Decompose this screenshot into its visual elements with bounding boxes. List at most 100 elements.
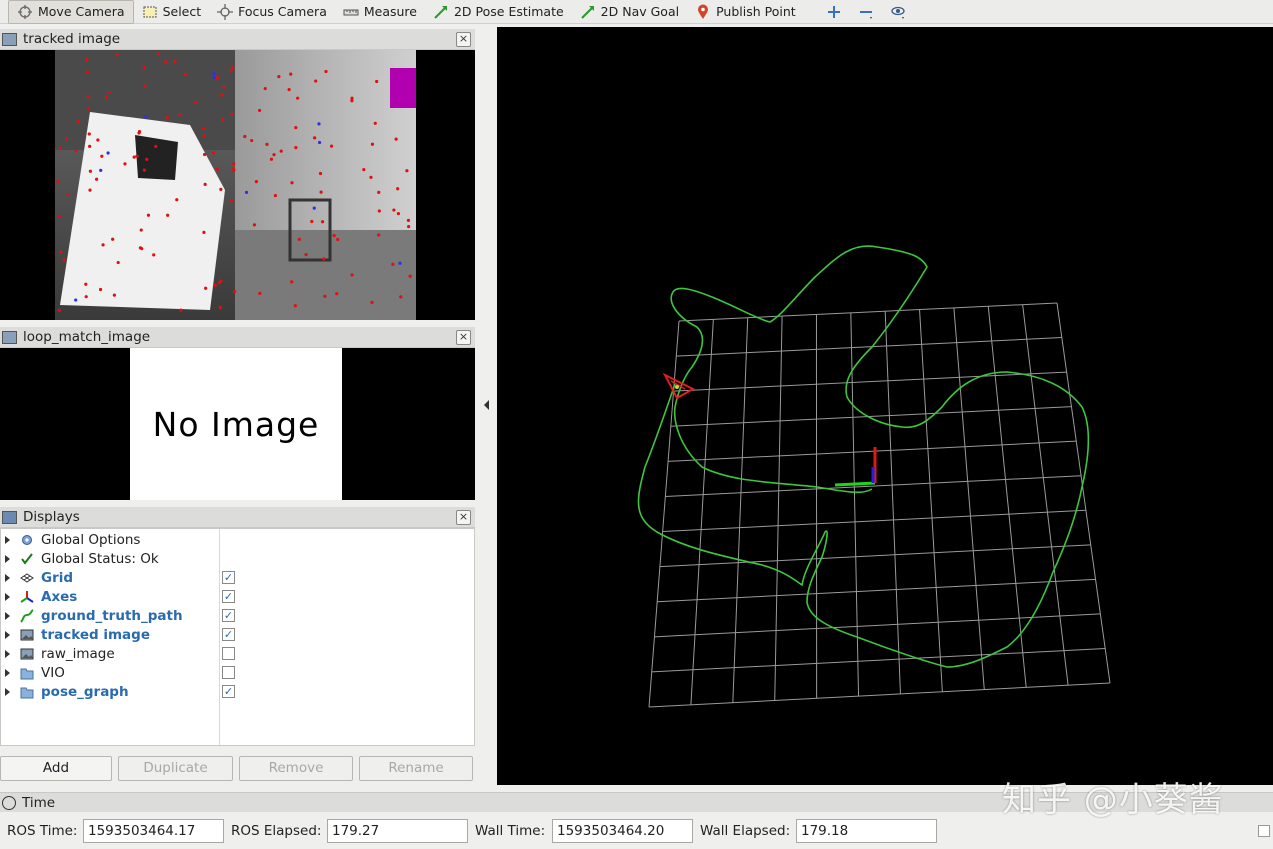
monitor-icon	[2, 510, 17, 524]
ros-elapsed-field[interactable]: 179.27	[327, 819, 468, 843]
tracked-camera-frame	[55, 50, 416, 320]
feature-point	[407, 225, 411, 229]
grid-line	[953, 307, 985, 690]
display-row[interactable]: Global Options	[1, 530, 474, 549]
expand-arrow-icon[interactable]	[5, 611, 10, 620]
feature-point	[323, 294, 327, 298]
publish-point-tool[interactable]: Publish Point	[687, 0, 804, 24]
feature-point	[317, 140, 322, 145]
grid-line	[676, 337, 1062, 357]
expand-arrow-icon[interactable]	[5, 687, 10, 696]
experimental-checkbox[interactable]	[1258, 825, 1270, 837]
feature-point	[145, 157, 149, 161]
display-enabled-checkbox[interactable]	[222, 666, 235, 679]
expand-arrow-icon[interactable]	[5, 668, 10, 677]
pose-estimate-label: 2D Pose Estimate	[453, 4, 564, 19]
rename-button[interactable]: Rename	[359, 756, 473, 781]
feature-point	[64, 137, 69, 141]
feature-point	[370, 300, 374, 304]
display-enabled-checkbox[interactable]: ✓	[222, 628, 235, 641]
expand-arrow-icon[interactable]	[5, 630, 10, 639]
display-row[interactable]: ground_truth_path ✓	[1, 606, 474, 625]
display-label: Global Status: Ok	[41, 550, 159, 567]
3d-render-view[interactable]	[497, 27, 1273, 785]
close-icon[interactable]: ×	[456, 510, 471, 525]
expand-arrow-icon[interactable]	[5, 554, 10, 563]
display-enabled-checkbox[interactable]	[222, 647, 235, 660]
feature-point	[56, 180, 60, 184]
feature-point	[219, 279, 223, 283]
feature-point	[405, 169, 409, 173]
display-row[interactable]: tracked image ✓	[1, 625, 474, 644]
expand-arrow-icon[interactable]	[5, 592, 10, 601]
eye-icon[interactable]	[890, 4, 906, 20]
feature-point	[57, 308, 61, 312]
wall-time-field[interactable]: 1593503464.20	[552, 819, 693, 843]
display-row[interactable]: Axes ✓	[1, 587, 474, 606]
plus-icon[interactable]	[826, 4, 842, 20]
close-icon[interactable]: ×	[456, 32, 471, 47]
display-label: Grid	[41, 569, 74, 586]
expand-arrow-icon[interactable]	[5, 535, 10, 544]
select-label: Select	[162, 4, 202, 19]
feature-point	[231, 66, 235, 70]
display-label: tracked image	[41, 626, 150, 643]
feature-point	[183, 72, 187, 76]
grid-line	[919, 309, 943, 692]
feature-point	[391, 262, 395, 266]
feature-point	[106, 151, 110, 155]
display-row[interactable]: VIO	[1, 663, 474, 682]
grid-line	[662, 509, 1086, 533]
add-button[interactable]: Add	[0, 756, 112, 781]
feature-point	[375, 79, 379, 84]
no-image-placeholder: No Image	[130, 348, 342, 500]
wall-time-label: Wall Time:	[475, 823, 546, 839]
feature-point	[146, 213, 151, 217]
pose-estimate-tool[interactable]: 2D Pose Estimate	[425, 0, 572, 24]
feature-point	[87, 132, 91, 136]
move-camera-tool[interactable]: Move Camera	[8, 0, 134, 24]
close-icon[interactable]: ×	[456, 330, 471, 345]
splitter-collapse-handle[interactable]	[484, 400, 489, 410]
move-camera-label: Move Camera	[38, 4, 125, 19]
grid-line	[678, 302, 1058, 322]
folder-icon	[19, 684, 35, 700]
grid-line	[1022, 304, 1069, 686]
feature-point	[85, 70, 89, 74]
display-row[interactable]: pose_graph ✓	[1, 682, 474, 701]
display-row[interactable]: Grid ✓	[1, 568, 474, 587]
focus-camera-icon	[217, 3, 234, 20]
nav-goal-tool[interactable]: 2D Nav Goal	[572, 0, 687, 24]
gear-icon	[19, 532, 35, 548]
focus-camera-tool[interactable]: Focus Camera	[209, 0, 335, 24]
display-enabled-checkbox[interactable]: ✓	[222, 590, 235, 603]
duplicate-button[interactable]: Duplicate	[118, 756, 233, 781]
feature-point	[164, 60, 168, 64]
folder-icon	[19, 665, 35, 681]
grid-line	[651, 647, 1106, 673]
expand-arrow-icon[interactable]	[5, 649, 10, 658]
remove-button[interactable]: Remove	[239, 756, 353, 781]
minus-icon[interactable]	[858, 4, 874, 20]
feature-point	[211, 151, 216, 155]
feature-point	[115, 53, 119, 57]
display-enabled-checkbox[interactable]: ✓	[222, 571, 235, 584]
feature-point	[265, 142, 269, 147]
feature-point	[86, 95, 90, 99]
display-enabled-checkbox[interactable]: ✓	[222, 609, 235, 622]
feature-point	[215, 167, 220, 171]
feature-point	[317, 122, 321, 126]
display-row[interactable]: Global Status: Ok	[1, 549, 474, 568]
measure-tool[interactable]: Measure	[335, 0, 425, 24]
feature-point	[396, 212, 401, 216]
select-tool[interactable]: Select	[134, 0, 210, 24]
feature-point	[165, 115, 169, 120]
ros-time-field[interactable]: 1593503464.17	[83, 819, 224, 843]
feature-point	[212, 75, 216, 80]
feature-point	[203, 182, 207, 186]
feature-point	[369, 175, 373, 179]
display-enabled-checkbox[interactable]: ✓	[222, 685, 235, 698]
expand-arrow-icon[interactable]	[5, 573, 10, 582]
display-row[interactable]: raw_image	[1, 644, 474, 663]
wall-elapsed-field[interactable]: 179.18	[796, 819, 937, 843]
